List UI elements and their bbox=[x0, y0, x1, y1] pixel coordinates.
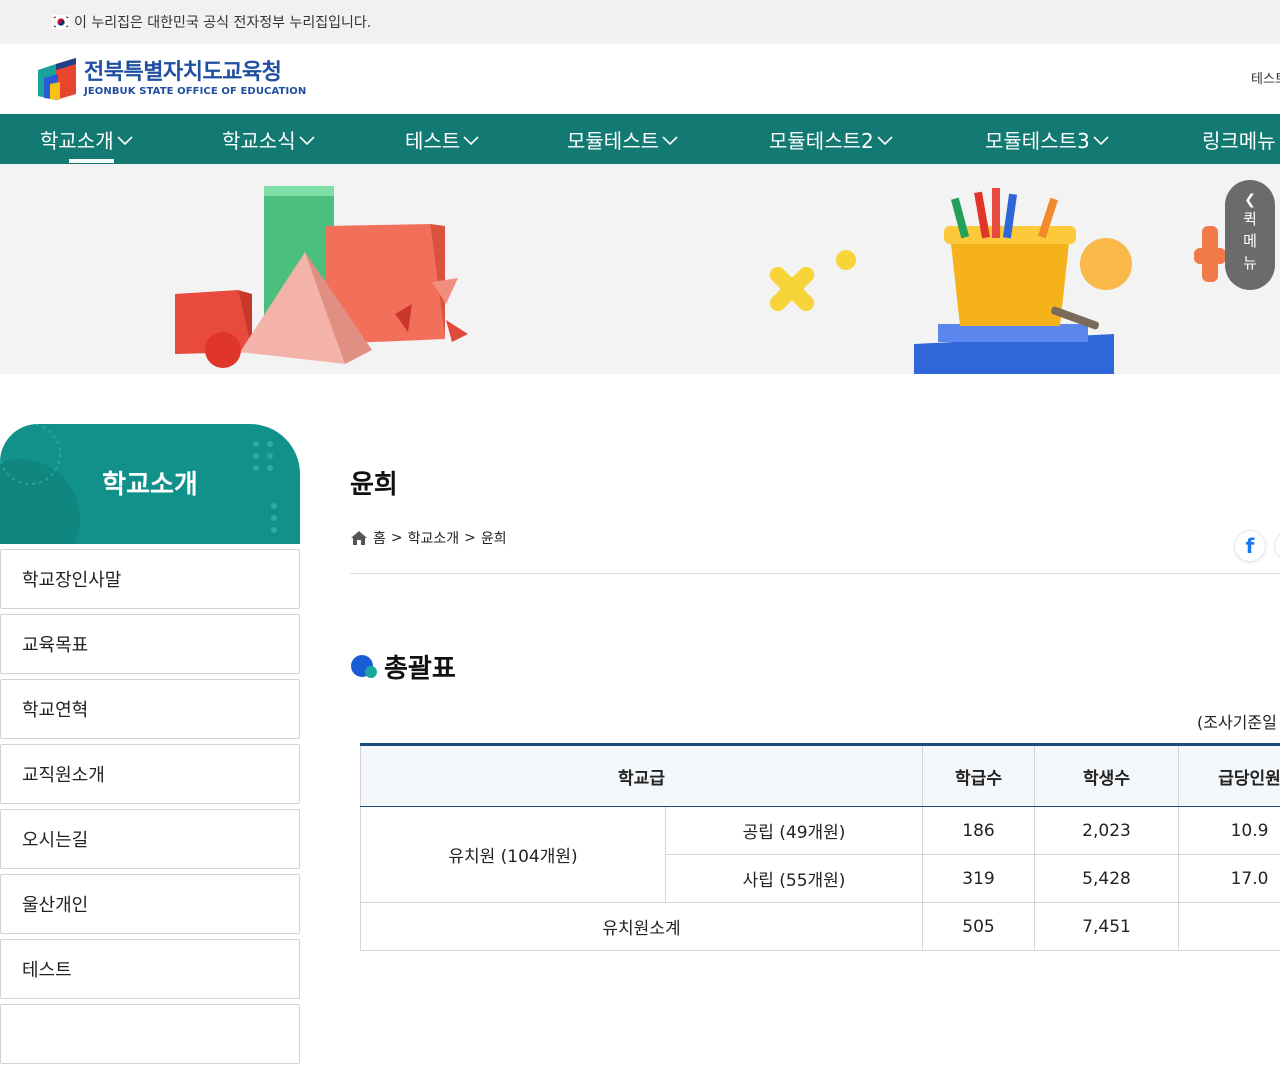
site-header: 전북특별자치도교육청 JEONBUK STATE OFFICE OF EDUCA… bbox=[0, 44, 1280, 114]
sidebar-item-school-history[interactable]: 학교연혁 bbox=[0, 679, 300, 739]
logo-korean-text: 전북특별자치도교육청 bbox=[84, 60, 306, 86]
global-nav: 학교소개 학교소식 테스트 모듈테스트 모듈테스트2 모듈테스트3 링크메뉴 bbox=[0, 114, 1280, 164]
sidebar-item-label: 오시는길 bbox=[22, 826, 88, 852]
sidebar-item-label: 테스트 bbox=[22, 956, 72, 982]
sidebar-item-more[interactable] bbox=[0, 1004, 300, 1064]
sidebar-item-label: 학교장인사말 bbox=[22, 566, 121, 592]
sidebar-item-directions[interactable]: 오시는길 bbox=[0, 809, 300, 869]
gnb-item-label: 학교소개 bbox=[40, 125, 114, 154]
gnb-active-indicator bbox=[69, 159, 114, 163]
gnb-item-module-test[interactable]: 모듈테스트 bbox=[567, 114, 678, 164]
survey-date-note: (조사기준일 bbox=[1197, 709, 1277, 733]
section-heading: 총괄표 bbox=[350, 648, 456, 685]
gov-banner-bar: 이 누리집은 대한민국 공식 전자정부 누리집입니다. bbox=[0, 0, 1280, 44]
quick-menu-label: 퀵메뉴 bbox=[1242, 208, 1258, 274]
sidebar-item-principal-greeting[interactable]: 학교장인사말 bbox=[0, 549, 300, 609]
gnb-item-school-intro[interactable]: 학교소개 bbox=[40, 114, 133, 164]
share-more-button[interactable] bbox=[1274, 530, 1280, 562]
gnb-item-label: 모듈테스트2 bbox=[769, 125, 874, 154]
summary-table-wrapper: 학교급 학급수 학생수 급당인원 유치원 (104개원) 공립 (49개원) 1… bbox=[360, 743, 1280, 953]
logo-emblem-icon bbox=[36, 56, 78, 102]
cell-type: 공립 (49개원) bbox=[666, 807, 923, 855]
sidebar-title: 학교소개 bbox=[0, 464, 300, 501]
table-row-subtotal: 유치원소계 505 7,451 bbox=[361, 903, 1280, 951]
cell-classes: 186 bbox=[923, 807, 1035, 855]
sidebar-item-staff[interactable]: 교직원소개 bbox=[0, 744, 300, 804]
banner-illustration bbox=[0, 164, 1280, 374]
sidebar-item-label: 학교연혁 bbox=[22, 696, 88, 722]
breadcrumb-separator: > bbox=[464, 530, 476, 546]
sidebar-item-label: 울산개인 bbox=[22, 891, 88, 917]
sidebar-item-label: 교육목표 bbox=[22, 631, 88, 657]
cell-classes: 505 bbox=[923, 903, 1035, 951]
header-per-class: 급당인원 bbox=[1179, 745, 1280, 807]
summary-table: 학교급 학급수 학생수 급당인원 유치원 (104개원) 공립 (49개원) 1… bbox=[360, 743, 1280, 951]
sidebar-menu: 학교장인사말 교육목표 학교연혁 교직원소개 오시는길 울산개인 테스트 bbox=[0, 549, 300, 1069]
cell-per-class: 10.9 bbox=[1179, 807, 1280, 855]
section-title: 총괄표 bbox=[384, 648, 456, 685]
chevron-down-icon bbox=[662, 136, 678, 146]
title-divider bbox=[350, 573, 1280, 574]
gnb-item-module-test3[interactable]: 모듈테스트3 bbox=[985, 114, 1109, 164]
quick-menu-button[interactable]: ❮ 퀵메뉴 bbox=[1225, 180, 1275, 290]
sub-visual-banner bbox=[0, 164, 1280, 374]
sidebar-item-ulsan-personal[interactable]: 울산개인 bbox=[0, 874, 300, 934]
header-util-link[interactable]: 테스트 bbox=[1251, 68, 1280, 87]
cell-classes: 319 bbox=[923, 855, 1035, 903]
sidebar-title-box: 학교소개 bbox=[0, 424, 300, 544]
chevron-down-icon bbox=[1093, 136, 1109, 146]
gnb-item-label: 학교소식 bbox=[222, 125, 296, 154]
gnb-item-label: 테스트 bbox=[405, 125, 460, 154]
cell-type: 사립 (55개원) bbox=[666, 855, 923, 903]
cell-students: 7,451 bbox=[1035, 903, 1179, 951]
page-title: 윤희 bbox=[350, 464, 398, 501]
logo-english-text: JEONBUK STATE OFFICE OF EDUCATION bbox=[84, 86, 306, 98]
breadcrumb-section[interactable]: 학교소개 bbox=[408, 528, 460, 548]
chevron-down-icon bbox=[117, 136, 133, 146]
table-row: 유치원 (104개원) 공립 (49개원) 186 2,023 10.9 bbox=[361, 807, 1280, 855]
facebook-icon: f bbox=[1246, 534, 1255, 558]
cell-per-class bbox=[1179, 903, 1280, 951]
breadcrumb-home[interactable]: 홈 bbox=[373, 528, 386, 548]
cell-per-class: 17.0 bbox=[1179, 855, 1280, 903]
chevron-down-icon bbox=[877, 136, 893, 146]
gnb-item-label: 링크메뉴 bbox=[1202, 125, 1276, 154]
sidebar-item-education-goals[interactable]: 교육목표 bbox=[0, 614, 300, 674]
sidebar-item-label: 교직원소개 bbox=[22, 761, 105, 787]
row-group-kindergarten: 유치원 (104개원) bbox=[361, 807, 666, 903]
chevron-left-icon: ❮ bbox=[1244, 192, 1256, 208]
gov-banner-text: 이 누리집은 대한민국 공식 전자정부 누리집입니다. bbox=[74, 12, 371, 32]
breadcrumb: 홈 > 학교소개 > 윤희 bbox=[350, 528, 507, 548]
table-header-row: 학교급 학급수 학생수 급당인원 bbox=[361, 745, 1280, 807]
facebook-share-button[interactable]: f bbox=[1234, 530, 1266, 562]
site-logo[interactable]: 전북특별자치도교육청 JEONBUK STATE OFFICE OF EDUCA… bbox=[36, 56, 306, 102]
section-bullet-icon bbox=[350, 654, 378, 680]
gnb-item-label: 모듈테스트3 bbox=[985, 125, 1090, 154]
gnb-item-label: 모듈테스트 bbox=[567, 125, 659, 154]
breadcrumb-separator: > bbox=[391, 530, 403, 546]
chevron-down-icon bbox=[299, 136, 315, 146]
header-student-count: 학생수 bbox=[1035, 745, 1179, 807]
gnb-item-link-menu[interactable]: 링크메뉴 bbox=[1202, 114, 1276, 164]
gnb-item-school-news[interactable]: 학교소식 bbox=[222, 114, 315, 164]
header-class-count: 학급수 bbox=[923, 745, 1035, 807]
chevron-down-icon bbox=[463, 136, 479, 146]
cell-students: 5,428 bbox=[1035, 855, 1179, 903]
header-school-level: 학교급 bbox=[361, 745, 923, 807]
home-icon bbox=[350, 530, 368, 546]
gnb-item-module-test2[interactable]: 모듈테스트2 bbox=[769, 114, 893, 164]
cell-students: 2,023 bbox=[1035, 807, 1179, 855]
breadcrumb-current: 윤희 bbox=[481, 528, 507, 548]
korea-flag-icon bbox=[52, 15, 70, 29]
sidebar-item-test[interactable]: 테스트 bbox=[0, 939, 300, 999]
gnb-item-test[interactable]: 테스트 bbox=[405, 114, 479, 164]
cell-subtotal-label: 유치원소계 bbox=[361, 903, 923, 951]
